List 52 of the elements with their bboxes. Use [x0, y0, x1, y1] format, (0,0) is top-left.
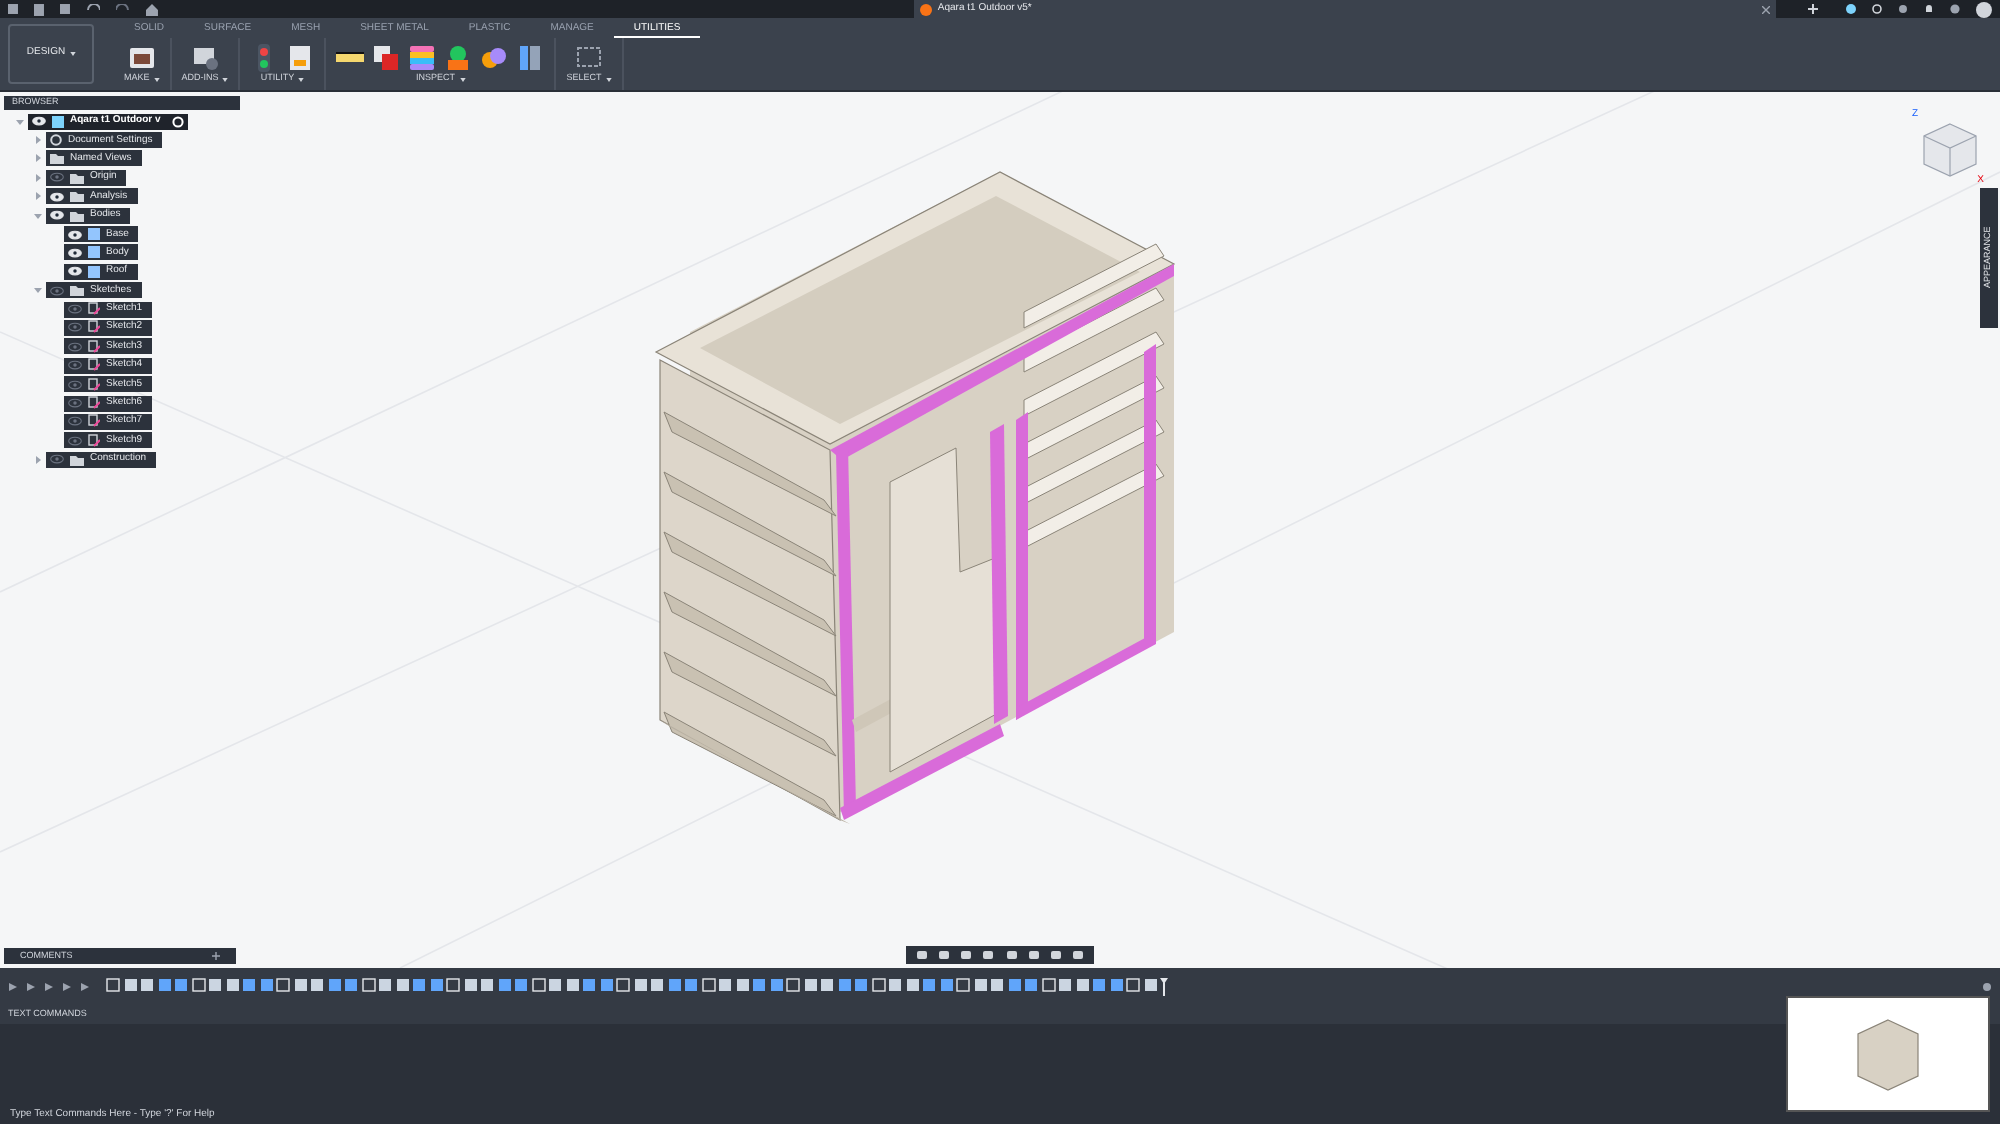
box-model-icon — [1854, 1016, 1922, 1092]
play-icon[interactable] — [44, 981, 54, 991]
sketch-feature-icon[interactable] — [191, 977, 205, 991]
sketch-feature-icon[interactable] — [786, 977, 800, 991]
section-plane-icon[interactable] — [516, 44, 545, 73]
printer-icon[interactable] — [127, 44, 156, 73]
sketch-feature-icon[interactable] — [616, 977, 630, 991]
folder-icon — [70, 453, 84, 466]
sketch-icon — [88, 377, 100, 392]
undo-icon[interactable] — [85, 4, 100, 14]
plus-icon[interactable] — [1808, 4, 1819, 14]
component-icon — [52, 115, 64, 128]
sketch-icon — [88, 414, 100, 429]
document-icon[interactable] — [286, 44, 315, 73]
caret-icon — [153, 77, 160, 82]
redo-icon[interactable] — [115, 4, 130, 14]
sketch-icon — [88, 433, 100, 448]
sketch-feature-icon[interactable] — [956, 977, 970, 991]
sketch-feature-icon[interactable] — [361, 977, 375, 991]
caret-icon — [69, 52, 76, 56]
bell-icon[interactable] — [1923, 4, 1934, 14]
avatar-icon[interactable] — [1975, 1, 1992, 17]
sketch-icon — [88, 396, 100, 411]
caret-icon — [459, 77, 466, 82]
sketch-icon — [88, 302, 100, 317]
selection-box-icon[interactable] — [575, 44, 604, 73]
extrude-feature-icon[interactable] — [1143, 977, 1157, 991]
timeline-marker-icon[interactable] — [1160, 977, 1168, 995]
document-icon — [919, 3, 932, 15]
sketch-feature-icon[interactable] — [871, 977, 885, 991]
sketch-feature-icon[interactable] — [701, 977, 715, 991]
overlap-squares-icon[interactable] — [372, 44, 401, 73]
sketch-feature-icon[interactable] — [531, 977, 545, 991]
sketch-feature-icon[interactable] — [106, 977, 120, 991]
sketch-icon — [88, 339, 100, 354]
folder-icon — [70, 284, 84, 297]
radio-icon[interactable] — [172, 115, 185, 128]
colored-circles-icon[interactable] — [480, 44, 509, 73]
caret-icon — [222, 77, 229, 82]
sketch-icon — [88, 358, 100, 373]
colored-shape-icon[interactable] — [444, 44, 473, 73]
sketch-feature-icon[interactable] — [446, 977, 460, 991]
caret-icon — [605, 77, 612, 82]
sketch-icon — [88, 320, 100, 335]
plus-icon[interactable] — [212, 952, 220, 960]
refresh-icon[interactable] — [1872, 4, 1882, 14]
sketch-feature-icon[interactable] — [1041, 977, 1055, 991]
close-icon[interactable] — [1762, 5, 1771, 13]
sketch-feature-icon[interactable] — [276, 977, 290, 991]
caret-icon — [298, 77, 305, 82]
sketch-feature-icon[interactable] — [1126, 977, 1140, 991]
status-dot-icon[interactable] — [1846, 4, 1857, 14]
